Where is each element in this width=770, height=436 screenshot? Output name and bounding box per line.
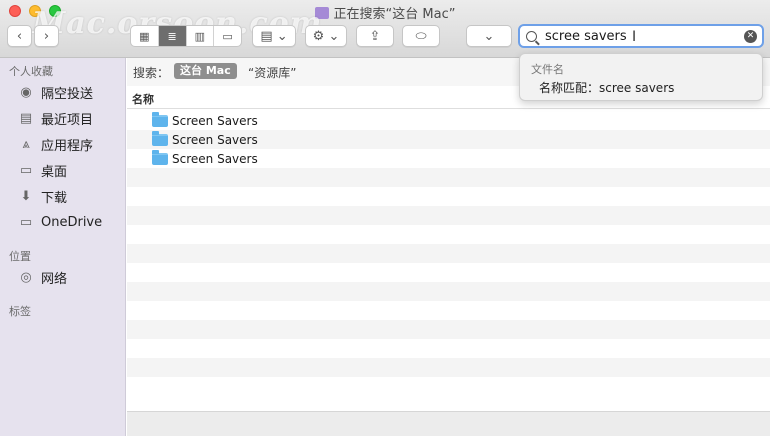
search-field[interactable]: scree savers I ✕ bbox=[518, 24, 764, 48]
search-icon bbox=[526, 30, 537, 42]
folder-icon bbox=[152, 111, 168, 127]
empty-row bbox=[127, 263, 770, 282]
recents-icon: ▤ bbox=[19, 110, 33, 126]
text-cursor-icon: I bbox=[632, 29, 637, 45]
empty-row bbox=[127, 358, 770, 377]
clear-search-button[interactable]: ✕ bbox=[744, 30, 757, 43]
empty-row bbox=[127, 244, 770, 263]
network-icon: ◎ bbox=[20, 269, 32, 285]
scope-label: 搜索： bbox=[133, 66, 170, 80]
column-view-button[interactable]: ▥ bbox=[187, 26, 215, 46]
tag-button[interactable]: ⬭ bbox=[402, 25, 440, 47]
empty-row bbox=[127, 339, 770, 358]
view-mode-control: ▦ ≣ ▥ ▭ bbox=[130, 25, 242, 47]
chevron-left-icon: ‹ bbox=[16, 28, 23, 44]
gallery-view-button[interactable]: ▭ bbox=[214, 26, 241, 46]
folder-icon: ▭ bbox=[19, 214, 33, 230]
gear-icon: ⚙ ⌄ bbox=[312, 28, 340, 44]
desktop-icon: ▭ bbox=[19, 162, 33, 178]
empty-row bbox=[127, 282, 770, 301]
icon-view-button[interactable]: ▦ bbox=[131, 26, 159, 46]
sidebar-heading-favorites: 个人收藏 bbox=[9, 65, 53, 78]
back-button[interactable]: ‹ bbox=[7, 25, 32, 47]
sidebar: 个人收藏 ◉ 隔空投送 ▤ 最近项目 ⩓ 应用程序 ▭ 桌面 ⬇ 下载 ▭ On… bbox=[0, 58, 126, 436]
share-icon: ⇪ bbox=[369, 28, 381, 44]
empty-row bbox=[127, 187, 770, 206]
sidebar-item-applications[interactable]: ⩓ 应用程序 bbox=[17, 133, 93, 155]
sidebar-item-onedrive[interactable]: ▭ OneDrive bbox=[17, 211, 102, 233]
empty-row bbox=[127, 168, 770, 187]
sidebar-item-desktop[interactable]: ▭ 桌面 bbox=[17, 159, 67, 181]
suggestion-heading: 文件名 bbox=[531, 63, 564, 76]
group-icon: ▤ ⌄ bbox=[260, 28, 288, 44]
file-list: Screen Savers Screen Savers Screen Saver… bbox=[127, 111, 770, 411]
tag-icon: ⬭ bbox=[415, 28, 427, 44]
search-input[interactable]: scree savers bbox=[545, 29, 627, 44]
empty-row bbox=[127, 320, 770, 339]
empty-row bbox=[127, 377, 770, 396]
columns-icon: ▥ bbox=[194, 29, 206, 43]
forward-button[interactable]: › bbox=[34, 25, 59, 47]
chevron-down-icon: ⌄ bbox=[483, 28, 495, 44]
empty-row bbox=[127, 301, 770, 320]
scope-this-mac-button[interactable]: 这台 Mac bbox=[174, 63, 237, 79]
list-item[interactable]: Screen Savers bbox=[127, 149, 770, 168]
downloads-icon: ⬇ bbox=[20, 188, 32, 204]
sidebar-item-airdrop[interactable]: ◉ 隔空投送 bbox=[17, 81, 93, 103]
empty-row bbox=[127, 206, 770, 225]
finder-window: 正在搜索“这台 Mac” Mac.orsoon.com ‹ › ▦ ≣ ▥ ▭ … bbox=[0, 0, 770, 436]
list-item[interactable]: Screen Savers bbox=[127, 111, 770, 130]
chevron-right-icon: › bbox=[43, 28, 50, 44]
group-by-button[interactable]: ▤ ⌄ bbox=[252, 25, 296, 47]
sidebar-heading-tags: 标签 bbox=[9, 305, 31, 318]
empty-row bbox=[127, 225, 770, 244]
dropdown-button[interactable]: ⌄ bbox=[466, 25, 512, 47]
share-button[interactable]: ⇪ bbox=[356, 25, 394, 47]
folder-icon bbox=[152, 149, 168, 165]
sidebar-heading-locations: 位置 bbox=[9, 250, 31, 263]
suggestion-name-match[interactable]: 名称匹配：scree savers bbox=[539, 79, 674, 96]
action-button[interactable]: ⚙ ⌄ bbox=[305, 25, 347, 47]
folder-icon bbox=[152, 130, 168, 146]
applications-icon: ⩓ bbox=[22, 136, 30, 152]
sidebar-item-recents[interactable]: ▤ 最近项目 bbox=[17, 107, 93, 129]
status-bar bbox=[127, 411, 770, 436]
scope-library-button[interactable]: “资源库” bbox=[248, 64, 296, 81]
search-suggestions-menu: 文件名 名称匹配：scree savers bbox=[519, 53, 763, 101]
grid-icon: ▦ bbox=[139, 29, 150, 43]
list-icon: ≣ bbox=[167, 29, 177, 43]
toolbar: 正在搜索“这台 Mac” Mac.orsoon.com ‹ › ▦ ≣ ▥ ▭ … bbox=[0, 0, 770, 58]
sidebar-item-downloads[interactable]: ⬇ 下载 bbox=[17, 185, 67, 207]
list-view-button[interactable]: ≣ bbox=[158, 26, 187, 46]
list-item[interactable]: Screen Savers bbox=[127, 130, 770, 149]
sidebar-item-network[interactable]: ◎ 网络 bbox=[17, 266, 67, 288]
gallery-icon: ▭ bbox=[222, 29, 233, 43]
airdrop-icon: ◉ bbox=[20, 84, 32, 100]
